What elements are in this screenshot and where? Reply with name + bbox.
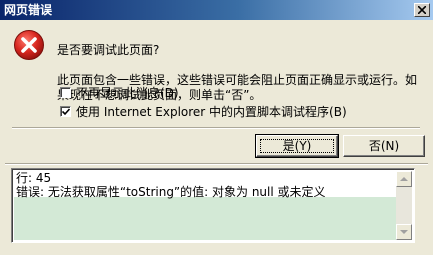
window-title: 网页错误 xyxy=(4,3,53,17)
details-content: 行: 45 错误: 无法获取属性“toString”的值: 对象为 null 或… xyxy=(14,171,396,240)
scroll-down-button[interactable] xyxy=(396,224,412,240)
error-line-number: 行: 45 xyxy=(16,171,52,185)
yes-button[interactable]: 是(Y) xyxy=(255,134,339,158)
title-bar[interactable]: 网页错误 xyxy=(0,0,433,20)
checkmark-icon xyxy=(62,108,70,116)
scroll-up-arrow-icon xyxy=(400,177,408,181)
error-description: 错误: 无法获取属性“toString”的值: 对象为 null 或未定义 xyxy=(16,185,326,199)
error-details-box[interactable]: 行: 45 错误: 无法获取属性“toString”的值: 对象为 null 或… xyxy=(11,168,415,243)
details-highlight xyxy=(14,197,396,240)
checkbox-use-debugger[interactable] xyxy=(60,106,71,117)
error-dialog: 网页错误 是否要调试此页面? 此页面包含一些错误，这些错误可能会阻止页面正确显示… xyxy=(0,0,433,255)
divider xyxy=(12,127,420,129)
error-x-circle-icon xyxy=(14,30,44,60)
checkbox-dont-show[interactable] xyxy=(60,87,71,98)
checkbox-label-dont-show: 不再显示此消息(D) xyxy=(76,86,179,100)
close-x-icon xyxy=(418,6,426,14)
no-button[interactable]: 否(N) xyxy=(343,135,425,157)
vertical-scrollbar[interactable] xyxy=(396,171,412,240)
scroll-up-button[interactable] xyxy=(396,171,412,187)
scroll-down-arrow-icon xyxy=(400,230,408,234)
close-button[interactable] xyxy=(414,3,430,17)
checkbox-label-use-debugger: 使用 Internet Explorer 中的内置脚本调试程序(B) xyxy=(76,105,347,119)
question-text: 是否要调试此页面? xyxy=(57,43,160,57)
no-button-label: 否(N) xyxy=(368,139,400,153)
divider xyxy=(5,163,428,165)
focus-ring xyxy=(260,139,334,153)
